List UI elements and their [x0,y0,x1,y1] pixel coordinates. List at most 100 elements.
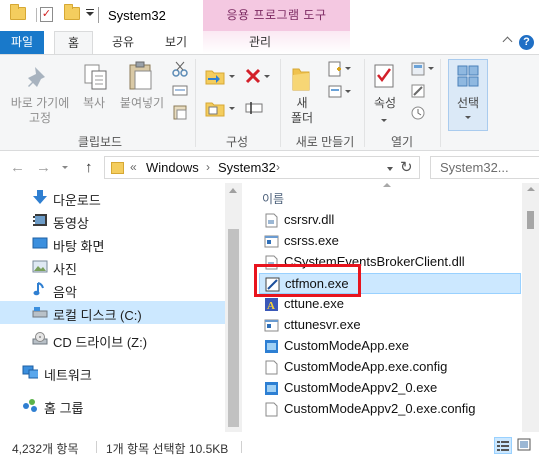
file-row[interactable]: CustomModeApp.exe.config [259,357,521,378]
file-list-scrollbar[interactable] [522,183,539,432]
nav-item-music[interactable]: 음악 [0,278,225,301]
tab-home[interactable]: 홈 [54,31,93,55]
file-list-pane: 이름 csrsrv.dll csrss.exe CSystemEventsBro… [242,183,539,432]
new-item-icon[interactable] [327,61,343,77]
easy-access-icon[interactable] [327,83,343,99]
cd-drive-icon [32,332,48,345]
paste-button[interactable]: 붙여넣기 [114,96,170,111]
music-icon [33,282,44,296]
file-name: CustomModeApp.exe [284,338,410,353]
help-icon[interactable]: ? [519,35,534,50]
pin-to-quick-access-label-2[interactable]: 고정 [4,111,76,126]
file-row[interactable]: csrss.exe [259,231,521,252]
new-item-dropdown-icon[interactable] [345,67,351,70]
window-title: System32 [108,8,166,23]
rename-icon[interactable] [245,99,263,117]
open-icon[interactable] [410,61,426,77]
nav-item-desktop[interactable]: 바탕 화면 [0,232,225,255]
item-count: 4,232개 항목 [12,442,79,456]
edit-icon[interactable] [410,83,426,99]
new-group-label: 새로 만들기 [295,135,355,149]
open-dropdown-icon[interactable] [428,67,434,70]
tab-view[interactable]: 보기 [153,31,199,54]
refresh-icon[interactable]: ↻ [400,158,413,176]
file-row[interactable]: CustomModeApp.exe [259,336,521,357]
config-file-icon [265,402,278,417]
file-row[interactable]: A cttune.exe [259,294,521,315]
nav-item-network[interactable]: 네트워크 [0,361,225,384]
properties-button[interactable]: 속성 [368,96,402,111]
delete-icon[interactable] [245,68,261,84]
address-dropdown-icon[interactable] [387,167,393,171]
move-to-dropdown-icon[interactable] [229,75,235,78]
breadcrumb-chevron-icon[interactable]: › [276,160,280,174]
status-separator [96,441,97,453]
video-icon [33,214,47,226]
custom-app-icon [265,382,278,395]
copy-path-icon[interactable] [172,84,188,96]
copy-button[interactable]: 복사 [76,96,112,111]
new-folder-label-1[interactable]: 새 [288,96,316,111]
ribbon-separator [364,59,365,147]
scroll-up-arrow-icon[interactable] [527,187,535,191]
exe-file-icon [264,319,279,332]
customize-quick-access-icon[interactable] [86,12,94,16]
application-tools-context-label: 응용 프로그램 도구 [203,0,350,31]
file-row[interactable]: CustomModeAppv2_0.exe.config [259,399,521,420]
file-row[interactable]: csrsrv.dll [259,210,521,231]
properties-icon [374,64,394,88]
quick-access-separator [36,8,37,22]
status-separator [241,441,242,453]
nav-item-videos[interactable]: 동영상 [0,209,225,232]
easy-access-dropdown-icon[interactable] [345,90,351,93]
scroll-up-arrow-icon[interactable] [229,188,237,193]
nav-label-cd-drive: CD 드라이브 (Z:) [53,335,148,350]
scrollbar-thumb[interactable] [527,211,534,229]
details-view-button[interactable] [494,437,512,454]
tab-manage[interactable]: 관리 [232,31,288,54]
back-arrow-icon[interactable]: ← [10,159,25,176]
chevron-up-icon[interactable] [502,36,513,47]
address-overflow[interactable]: « [130,160,137,174]
highlight-annotation-box [254,264,361,297]
breadcrumb-windows[interactable]: Windows [146,160,199,175]
up-arrow-icon[interactable]: ↑ [85,159,93,176]
recent-locations-dropdown-icon[interactable] [62,166,68,169]
nav-item-downloads[interactable]: 다운로드 [0,186,225,209]
forward-arrow-icon[interactable]: → [36,159,51,176]
nav-item-cd-drive[interactable]: CD 드라이브 (Z:) [0,328,225,351]
properties-quick-icon[interactable]: ✓ [40,7,53,22]
nav-label-homegroup: 홈 그룹 [44,401,84,416]
nav-item-local-disk[interactable]: 로컬 디스크 (C:) [0,301,225,324]
navigation-pane-scrollbar[interactable] [225,183,242,432]
status-bar: 4,232개 항목 1개 항목 선택함 10.5KB [0,432,539,459]
tab-share[interactable]: 공유 [102,31,144,54]
new-folder-quick-icon[interactable] [64,4,80,20]
file-row[interactable]: CustomModeAppv2_0.exe [259,378,521,399]
breadcrumb-chevron-icon[interactable]: › [206,160,210,174]
address-bar[interactable]: « Windows › System32 › ↻ [104,156,420,179]
file-name: CustomModeAppv2_0.exe [284,380,438,395]
copy-to-dropdown-icon[interactable] [229,107,235,110]
title-separator [98,7,99,23]
properties-dropdown-icon[interactable] [381,119,387,122]
download-icon [33,190,47,204]
cut-icon[interactable] [172,61,188,77]
search-input[interactable]: System32... [430,156,539,179]
nav-item-homegroup[interactable]: 홈 그룹 [0,394,225,417]
file-row[interactable]: cttunesvr.exe [259,315,521,336]
history-icon[interactable] [410,105,426,121]
new-folder-label-2[interactable]: 폴더 [288,111,316,126]
breadcrumb-system32[interactable]: System32 [218,160,276,175]
scrollbar-thumb[interactable] [228,229,239,427]
ribbon-separator [440,59,441,147]
nav-item-pictures[interactable]: 사진 [0,255,225,278]
copy-to-icon[interactable] [205,99,225,117]
tab-file[interactable]: 파일 [0,31,44,54]
paste-shortcut-icon[interactable] [172,104,188,120]
large-icons-view-button[interactable] [516,437,534,454]
column-header-name[interactable]: 이름 [262,190,284,207]
move-to-icon[interactable] [205,67,225,85]
delete-dropdown-icon[interactable] [264,75,270,78]
pin-to-quick-access-label-1[interactable]: 바로 가기에 [4,96,76,111]
